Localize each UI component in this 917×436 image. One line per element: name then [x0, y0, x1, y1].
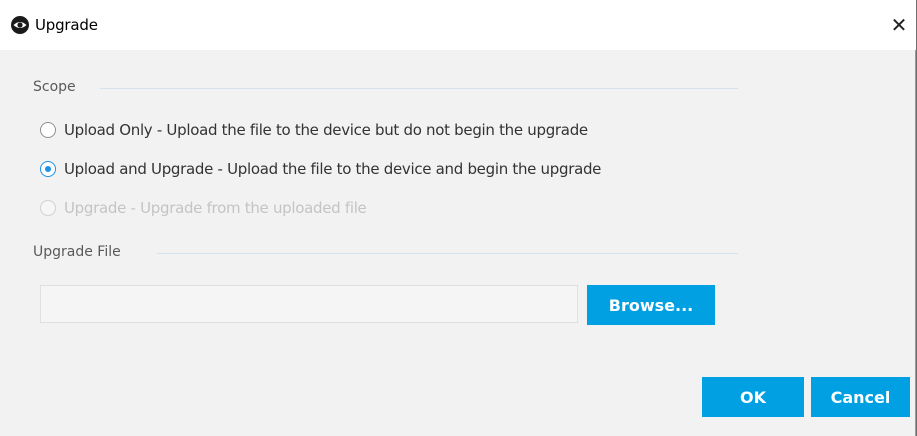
upgrade-file-input[interactable]: [40, 285, 578, 323]
radio-label: Upload Only - Upload the file to the dev…: [64, 121, 588, 139]
title-bar: Upgrade ✕: [0, 0, 916, 50]
ok-button[interactable]: OK: [702, 377, 804, 417]
eye-logo-icon: [11, 16, 29, 34]
radio-upload-and-upgrade[interactable]: Upload and Upgrade - Upload the file to …: [40, 159, 601, 179]
upgrade-file-section-label: Upgrade File: [33, 244, 121, 260]
upgrade-file-divider: [157, 253, 738, 254]
close-icon[interactable]: ✕: [888, 14, 910, 36]
scope-section-label: Scope: [33, 79, 76, 95]
cancel-button[interactable]: Cancel: [811, 377, 910, 417]
browse-button[interactable]: Browse...: [587, 285, 715, 325]
scope-divider: [100, 88, 738, 89]
radio-label: Upgrade - Upgrade from the uploaded file: [64, 199, 367, 217]
radio-upgrade-only: Upgrade - Upgrade from the uploaded file: [40, 198, 367, 218]
radio-upload-only[interactable]: Upload Only - Upload the file to the dev…: [40, 120, 588, 140]
radio-button[interactable]: [40, 122, 56, 138]
upgrade-dialog: Upgrade ✕ Scope Upload Only - Upload the…: [0, 0, 916, 436]
radio-button-selected[interactable]: [40, 161, 56, 177]
radio-button-disabled: [40, 200, 56, 216]
radio-label: Upload and Upgrade - Upload the file to …: [64, 160, 602, 178]
window-title: Upgrade: [35, 16, 98, 34]
